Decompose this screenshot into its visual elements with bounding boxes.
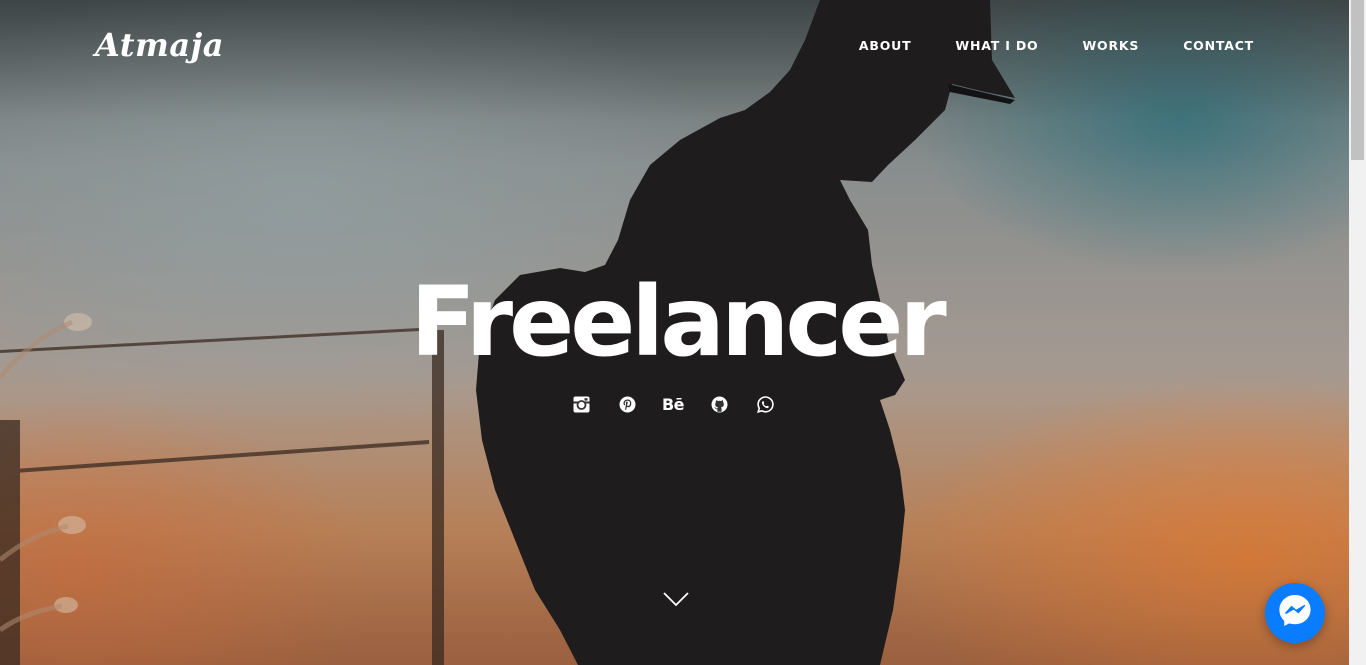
- hero-title: Freelancer: [410, 266, 946, 378]
- github-icon[interactable]: [708, 393, 730, 415]
- behance-icon-label: Bē: [661, 394, 685, 414]
- nav-item-what-i-do[interactable]: WHAT I DO: [955, 38, 1038, 53]
- behance-icon[interactable]: Bē: [661, 393, 685, 415]
- page: Atmaja ABOUT WHAT I DO WORKS CONTACT Fre…: [0, 0, 1366, 665]
- messenger-chat-button[interactable]: [1265, 583, 1325, 643]
- page-scrollbar[interactable]: [1349, 0, 1366, 665]
- social-links: Bē: [570, 393, 800, 415]
- scrollbar-thumb[interactable]: [1351, 0, 1364, 160]
- nav-item-contact[interactable]: CONTACT: [1183, 38, 1254, 53]
- messenger-icon: [1276, 592, 1314, 635]
- chevron-down-icon[interactable]: [662, 590, 690, 608]
- pinterest-icon[interactable]: [616, 393, 638, 415]
- brand-logo[interactable]: Atmaja: [95, 26, 224, 64]
- main-nav: ABOUT WHAT I DO WORKS CONTACT: [815, 38, 1254, 53]
- nav-item-works[interactable]: WORKS: [1082, 38, 1139, 53]
- whatsapp-icon[interactable]: [754, 393, 776, 415]
- nav-item-about[interactable]: ABOUT: [859, 38, 912, 53]
- instagram-icon[interactable]: [570, 393, 592, 415]
